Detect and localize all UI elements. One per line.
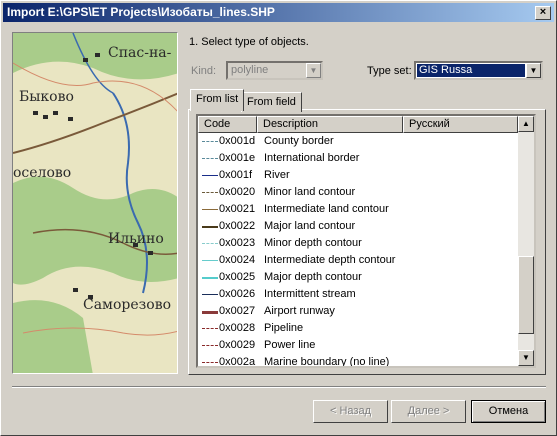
- kind-value: polyline: [231, 64, 269, 76]
- list-item[interactable]: 0x0021 Intermediate land contour: [198, 201, 518, 218]
- item-code: 0x0021: [219, 203, 256, 215]
- item-description: County border: [264, 135, 334, 147]
- window-title: Import E:\GPS\ET Projects\Изобаты_lines.…: [7, 5, 275, 19]
- typeset-select[interactable]: GIS Russa ▼: [414, 61, 543, 80]
- item-description: Airport runway: [264, 305, 335, 317]
- import-dialog: Import E:\GPS\ET Projects\Изобаты_lines.…: [0, 0, 557, 436]
- item-code: 0x0028: [219, 322, 256, 334]
- scroll-down-icon[interactable]: ▼: [518, 350, 534, 366]
- item-code: 0x0022: [219, 220, 256, 232]
- typeset-label: Type set:: [367, 65, 412, 77]
- list-item[interactable]: 0x0020 Minor land contour: [198, 184, 518, 201]
- list-item[interactable]: 0x0029 Power line: [198, 337, 518, 354]
- close-icon[interactable]: ×: [535, 6, 551, 20]
- item-description: Marine boundary (no line): [264, 356, 390, 368]
- line-style-swatch: [202, 226, 218, 228]
- cancel-button[interactable]: Отмена: [471, 400, 546, 423]
- map-image: [13, 33, 177, 373]
- line-style-swatch: [202, 141, 218, 142]
- map-label: Спас-на-: [108, 45, 172, 61]
- title-bar: Import E:\GPS\ET Projects\Изобаты_lines.…: [3, 3, 554, 22]
- line-style-swatch: [202, 311, 218, 314]
- item-code: 0x002a: [219, 356, 256, 368]
- chevron-down-icon: ▼: [306, 63, 321, 78]
- back-button[interactable]: < Назад: [313, 400, 388, 423]
- object-type-list[interactable]: Code Description Русский 0x001d County bo…: [196, 114, 536, 368]
- item-code: 0x0020: [219, 186, 256, 198]
- column-header-russian[interactable]: Русский: [403, 116, 518, 133]
- list-item[interactable]: 0x0022 Major land contour: [198, 218, 518, 235]
- line-style-swatch: [202, 175, 218, 176]
- line-style-swatch: [202, 260, 218, 261]
- list-item[interactable]: 0x001f River: [198, 167, 518, 184]
- item-description: Major depth contour: [264, 271, 362, 283]
- vertical-scrollbar[interactable]: ▲ ▼: [518, 116, 534, 366]
- map-preview: Спас-на- Быково осело‍во Ильино Саморезо…: [12, 32, 178, 374]
- list-header: Code Description Русский: [198, 116, 518, 133]
- tab-from-list[interactable]: From list: [190, 89, 245, 111]
- column-header-code[interactable]: Code: [198, 116, 257, 133]
- chevron-down-icon[interactable]: ▼: [526, 63, 541, 78]
- map-label: осело‍во: [13, 165, 72, 181]
- list-item[interactable]: 0x0024 Intermediate depth contour: [198, 252, 518, 269]
- line-style-swatch: [202, 243, 218, 244]
- typeset-value: GIS Russa: [417, 64, 525, 77]
- list-item[interactable]: 0x0028 Pipeline: [198, 320, 518, 337]
- item-code: 0x0025: [219, 271, 256, 283]
- item-code: 0x0024: [219, 254, 256, 266]
- list-item[interactable]: 0x001e International border: [198, 150, 518, 167]
- item-code: 0x0023: [219, 237, 256, 249]
- line-style-swatch: [202, 192, 218, 193]
- scroll-thumb[interactable]: [518, 256, 534, 334]
- item-description: Intermittent stream: [264, 288, 356, 300]
- item-code: 0x001f: [219, 169, 253, 181]
- list-item[interactable]: 0x0027 Airport runway: [198, 303, 518, 320]
- list-rows: 0x001d County border 0x001e International b…: [198, 133, 518, 368]
- item-code: 0x0026: [219, 288, 256, 300]
- item-description: Major land contour: [264, 220, 356, 232]
- line-style-swatch: [202, 328, 218, 329]
- item-code: 0x001d: [219, 135, 256, 147]
- item-description: Intermediate land contour: [264, 203, 389, 215]
- divider: [12, 386, 546, 388]
- item-description: River: [264, 169, 290, 181]
- item-description: Pipeline: [264, 322, 304, 334]
- column-header-description[interactable]: Description: [257, 116, 403, 133]
- item-code: 0x0027: [219, 305, 256, 317]
- kind-select: polyline ▼: [226, 61, 323, 80]
- item-description: International border: [264, 152, 360, 164]
- map-label: Саморезово: [83, 297, 171, 313]
- line-style-swatch: [202, 294, 218, 295]
- item-description: Minor depth contour: [264, 237, 362, 249]
- line-style-swatch: [202, 362, 218, 363]
- item-description: Minor land contour: [264, 186, 356, 198]
- next-button[interactable]: Далее >: [391, 400, 466, 423]
- item-description: Power line: [264, 339, 316, 351]
- list-item[interactable]: 0x0025 Major depth contour: [198, 269, 518, 286]
- step-instruction: 1. Select type of objects.: [189, 36, 309, 48]
- item-description: Intermediate depth contour: [264, 254, 396, 266]
- list-item[interactable]: 0x0026 Intermittent stream: [198, 286, 518, 303]
- list-item[interactable]: 0x002a Marine boundary (no line): [198, 354, 518, 368]
- line-style-swatch: [202, 277, 218, 279]
- line-style-swatch: [202, 209, 218, 210]
- tab-from-field[interactable]: From field: [241, 92, 302, 112]
- map-label: Ильино: [108, 231, 164, 247]
- line-style-swatch: [202, 345, 218, 346]
- line-style-swatch: [202, 158, 218, 159]
- scroll-up-icon[interactable]: ▲: [518, 116, 534, 132]
- item-code: 0x0029: [219, 339, 256, 351]
- item-code: 0x001e: [219, 152, 256, 164]
- kind-label: Kind:: [191, 65, 217, 77]
- list-item[interactable]: 0x001d County border: [198, 133, 518, 150]
- list-item[interactable]: 0x0023 Minor depth contour: [198, 235, 518, 252]
- map-label: Быково: [19, 89, 74, 105]
